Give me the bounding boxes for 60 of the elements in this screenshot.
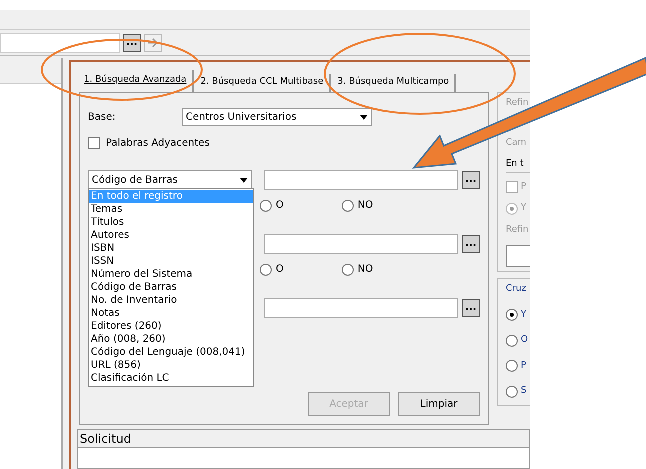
browse-button[interactable]: ...: [462, 171, 480, 189]
list-option[interactable]: Notas: [89, 307, 253, 320]
radio-button[interactable]: [506, 386, 518, 398]
radio-button[interactable]: [342, 200, 354, 212]
search-field[interactable]: [264, 234, 458, 254]
request-field[interactable]: [78, 448, 529, 468]
refine-field[interactable]: [506, 245, 530, 267]
radio-button[interactable]: [506, 334, 518, 347]
list-option[interactable]: ISSN: [89, 255, 253, 268]
list-option[interactable]: ISBN: [89, 242, 253, 255]
base-label: Base:: [88, 110, 117, 124]
list-option[interactable]: URL (856): [89, 359, 253, 372]
checkbox[interactable]: [88, 137, 100, 149]
list-option[interactable]: Número del Sistema: [89, 268, 253, 281]
radio-label: O: [521, 334, 528, 347]
tab[interactable]: 3. Búsqueda Multicampo: [332, 74, 456, 92]
list-option[interactable]: Títulos: [89, 216, 253, 229]
arrow-right-icon[interactable]: [144, 34, 162, 52]
list-option[interactable]: Año (008, 260): [89, 333, 253, 346]
list-option[interactable]: No. de Inventario: [89, 294, 253, 307]
cross-title: Cruz: [506, 283, 528, 296]
dropdown-arrow-icon: [240, 178, 248, 182]
path-field[interactable]: [0, 32, 120, 52]
browse-button[interactable]: ...: [462, 235, 480, 253]
tab[interactable]: 1. Búsqueda Avanzada: [79, 70, 194, 92]
radio-button[interactable]: [260, 200, 272, 212]
radio-label: S: [521, 385, 527, 398]
list-option[interactable]: Código del Lenguaje (008,041): [89, 346, 253, 359]
radio-label: Y: [521, 308, 526, 322]
radio-button[interactable]: [260, 264, 272, 276]
radio-label: Y: [521, 202, 526, 215]
list-option[interactable]: Autores: [89, 229, 253, 242]
list-option[interactable]: Código de Barras: [89, 281, 253, 294]
radio-label: O: [276, 263, 284, 277]
checkbox-label: Palabras Adyacentes: [106, 136, 210, 150]
list-option[interactable]: Clasificación LC: [89, 372, 253, 385]
base-dropdown[interactable]: Centros Universitarios: [182, 108, 372, 126]
dropdown-arrow-icon: [360, 114, 368, 120]
radio-label: NO: [358, 199, 374, 213]
refine-label: Refin: [506, 224, 530, 236]
tab[interactable]: 2. Búsqueda CCL Multibase: [196, 74, 331, 92]
field-value: En t: [506, 158, 530, 172]
field-dropdown[interactable]: Código de Barras: [88, 170, 252, 190]
search-field[interactable]: [264, 170, 458, 190]
search-field[interactable]: [264, 298, 458, 318]
checkbox[interactable]: [506, 181, 518, 194]
list-option[interactable]: Editores (260): [89, 320, 253, 333]
browse-button[interactable]: ...: [462, 299, 480, 317]
checkbox-label: P: [521, 180, 526, 194]
radio-label: O: [276, 199, 284, 213]
radio-label: P: [521, 360, 526, 372]
radio-label: NO: [358, 263, 374, 277]
radio-button[interactable]: [506, 360, 518, 372]
radio-button[interactable]: [342, 264, 354, 276]
dialog-button[interactable]: Limpiar: [398, 392, 480, 416]
radio-button[interactable]: [506, 202, 518, 215]
field-label: Cam: [506, 136, 528, 150]
list-option[interactable]: Temas: [89, 203, 253, 216]
radio-button[interactable]: [506, 309, 518, 322]
refine-title: Refin: [506, 97, 530, 110]
